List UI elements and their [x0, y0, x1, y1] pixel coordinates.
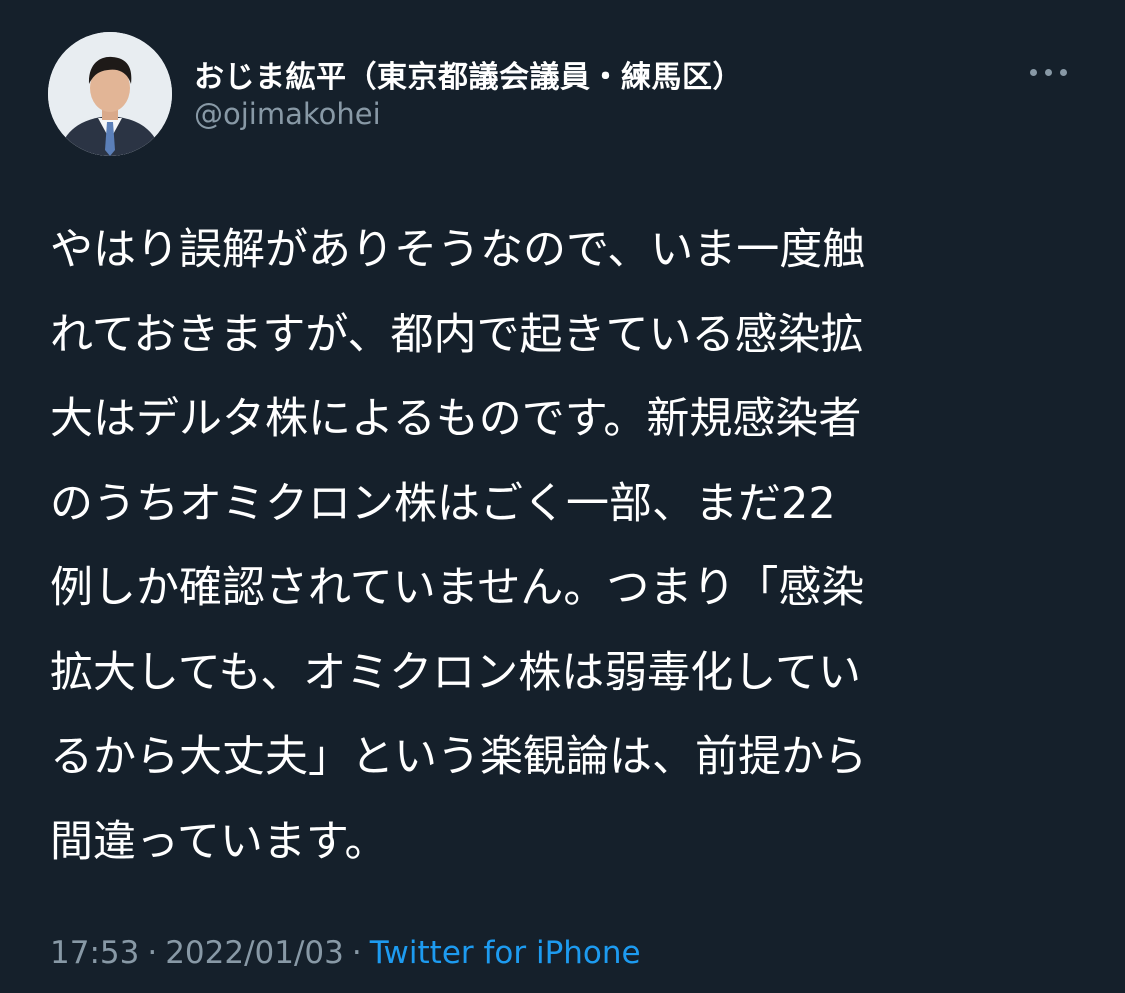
- tweet-source-link[interactable]: Twitter for iPhone: [370, 935, 641, 971]
- tweet-time[interactable]: 17:53: [50, 935, 139, 971]
- profile-photo-icon: [48, 32, 172, 156]
- tweet-text-line: やはり誤解がありそうなので、いま一度触: [50, 225, 866, 275]
- tweet-text-line: れておきますが、都内で起きている感染拡: [50, 309, 864, 360]
- tweet-text-line: 例しか確認されていません。つまり「感染: [50, 563, 865, 613]
- tweet-text-line: るから大丈夫」という楽観論は、前提から: [50, 732, 867, 782]
- tweet-text-line: 拡大しても、オミクロン株は弱毒化してい: [50, 647, 861, 698]
- avatar[interactable]: [48, 32, 172, 156]
- tweet-text-line: 大はデルタ株によるものです。新規感染者: [50, 394, 862, 444]
- tweet-metadata: 17:53 · 2022/01/03 · Twitter for iPhone: [50, 935, 641, 971]
- tweet-date[interactable]: 2022/01/03: [165, 935, 344, 971]
- meta-separator: ·: [147, 935, 158, 971]
- display-name[interactable]: おじま紘平（東京都議会議員・練馬区）: [194, 52, 743, 96]
- meta-separator: ·: [351, 935, 362, 971]
- user-handle[interactable]: @ojimakohei: [194, 97, 381, 131]
- tweet-text: やはり誤解がありそうなので、いま一度触 れておきますが、都内で起きている感染拡 …: [50, 208, 1075, 868]
- more-options-button[interactable]: [1022, 56, 1074, 88]
- tweet: おじま紘平（東京都議会議員・練馬区） @ojimakohei やはり誤解がありそ…: [0, 0, 1125, 993]
- more-horizontal-icon: [1026, 68, 1071, 76]
- tweet-text-line: 間違っています。: [50, 816, 388, 867]
- tweet-text-line: のうちオミクロン株はごく一部、まだ22: [50, 478, 836, 529]
